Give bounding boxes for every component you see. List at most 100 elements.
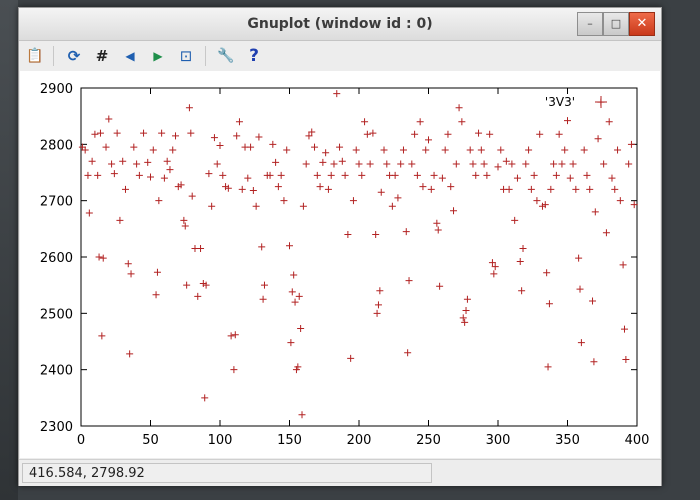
data-point	[338, 157, 346, 165]
data-point	[622, 356, 630, 364]
data-point	[533, 197, 541, 205]
data-point	[511, 216, 519, 224]
data-point	[341, 171, 349, 179]
plot-canvas[interactable]: 0 50 100 150 200 250 300 350 400 2300 2400 2500 2600…	[20, 71, 660, 458]
data-point	[298, 411, 306, 419]
data-point	[316, 183, 324, 191]
plot-border	[80, 87, 638, 427]
data-point	[283, 146, 291, 154]
data-point	[450, 207, 458, 215]
data-point	[397, 160, 405, 168]
data-point	[188, 192, 196, 200]
data-point	[238, 185, 246, 193]
data-point	[230, 366, 238, 374]
autoscale-icon[interactable]: ⊡	[176, 46, 196, 66]
data-point	[616, 197, 624, 205]
x-tick-label: 300	[486, 433, 511, 448]
data-point	[490, 270, 498, 278]
data-point	[233, 132, 241, 140]
data-point	[477, 146, 485, 154]
data-point	[99, 254, 107, 262]
data-point	[475, 129, 483, 137]
close-button[interactable]: ✕	[629, 12, 655, 36]
data-point	[600, 160, 608, 168]
legend-label: '3V3'	[545, 95, 575, 109]
data-point	[260, 281, 268, 289]
grid-icon[interactable]: #	[92, 46, 112, 66]
maximize-button[interactable]: □	[603, 12, 629, 36]
data-point	[580, 146, 588, 154]
data-point	[336, 143, 344, 151]
data-point	[544, 363, 552, 371]
data-point	[197, 245, 205, 253]
x-tick-label: 0	[77, 433, 85, 448]
data-point	[466, 146, 474, 154]
x-tick-label: 350	[555, 433, 580, 448]
help-icon[interactable]: ?	[244, 46, 264, 66]
data-point	[166, 166, 174, 174]
data-point	[297, 325, 305, 333]
data-point	[126, 350, 134, 358]
data-point	[589, 297, 597, 305]
title-bar[interactable]: Gnuplot (window id : 0) – □ ✕	[19, 8, 661, 41]
data-point	[210, 134, 218, 142]
data-point	[530, 171, 538, 179]
data-point	[311, 143, 319, 151]
data-point	[324, 185, 332, 193]
data-point	[586, 185, 594, 193]
data-point	[124, 260, 132, 268]
y-tick-label: 2900	[40, 82, 73, 97]
data-point	[127, 270, 135, 278]
data-point	[433, 219, 441, 227]
data-point	[327, 171, 335, 179]
data-point	[172, 132, 180, 140]
data-point	[411, 130, 419, 138]
data-point	[85, 209, 93, 217]
replot-icon[interactable]: ⟳	[64, 46, 84, 66]
data-point	[213, 160, 221, 168]
scatter-chart: 0 50 100 150 200 250 300 350 400 2300 2400 2500 2600…	[40, 82, 650, 448]
data-point	[611, 185, 619, 193]
minimize-button[interactable]: –	[577, 12, 603, 36]
data-point	[380, 146, 388, 154]
data-point	[422, 146, 430, 154]
data-point	[94, 171, 102, 179]
data-point	[480, 160, 488, 168]
data-point	[399, 146, 407, 154]
data-point	[180, 216, 188, 224]
data-point	[287, 339, 295, 347]
x-tick-label: 400	[625, 433, 650, 448]
data-point	[452, 160, 460, 168]
copy-clipboard-icon[interactable]: 📋	[25, 46, 45, 66]
data-point	[441, 146, 449, 154]
data-point	[552, 171, 560, 179]
data-point	[363, 130, 371, 138]
options-wrench-icon[interactable]: 🔧	[216, 46, 236, 66]
zoom-next-icon[interactable]: ▶	[148, 46, 168, 66]
data-point	[583, 171, 591, 179]
data-point	[330, 160, 338, 168]
data-point	[372, 230, 380, 238]
y-tick-label: 2300	[40, 420, 73, 435]
data-point	[545, 300, 553, 308]
data-point	[388, 202, 396, 210]
data-point	[361, 118, 369, 126]
data-point	[619, 261, 627, 269]
data-point	[108, 160, 116, 168]
data-point	[394, 194, 402, 202]
data-point	[513, 174, 521, 182]
data-point	[140, 129, 148, 137]
zoom-previous-icon[interactable]: ◀	[120, 46, 140, 66]
data-point	[461, 318, 469, 326]
y-tick-label: 2700	[40, 195, 73, 210]
data-point	[391, 171, 399, 179]
data-point	[158, 129, 166, 137]
data-point	[591, 208, 599, 216]
data-point	[160, 174, 168, 182]
data-point	[187, 129, 195, 137]
data-point	[408, 160, 416, 168]
data-point	[119, 157, 127, 165]
window-controls: – □ ✕	[577, 12, 655, 36]
data-point	[458, 118, 466, 126]
data-point	[402, 228, 410, 236]
